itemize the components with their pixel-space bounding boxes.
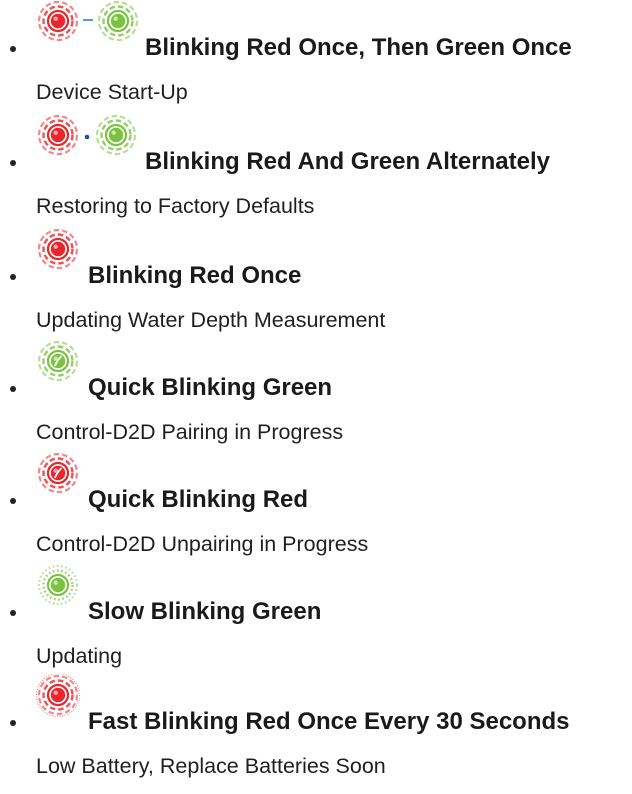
icon-group: [35, 674, 81, 730]
green-ring-icon: [95, 114, 137, 156]
red-ring-icon: [37, 228, 79, 270]
icon-group: [35, 114, 139, 170]
dash-connector-icon: [83, 19, 93, 21]
item-description: Device Start-Up: [36, 80, 188, 104]
bullet: [10, 498, 16, 504]
red-quick-blink-icon: [37, 452, 79, 494]
list-item: Slow Blinking Green Updating: [0, 564, 632, 674]
bullet: [10, 160, 16, 166]
dot-connector-icon: [84, 134, 90, 140]
item-title: Fast Blinking Red Once Every 30 Seconds: [88, 708, 570, 735]
bullet: [10, 720, 16, 726]
list-item: Quick Blinking Green Control-D2D Pairing…: [0, 340, 632, 450]
green-ring-icon: [97, 0, 139, 42]
item-description: Updating: [36, 644, 123, 668]
list-item: Quick Blinking Red Control-D2D Unpairing…: [0, 452, 632, 562]
item-title: Blinking Red And Green Alternately: [145, 148, 550, 175]
green-slow-blink-icon: [37, 564, 79, 606]
item-title: Slow Blinking Green: [88, 598, 322, 625]
item-description: Low Battery, Replace Batteries Soon: [36, 754, 386, 778]
bullet: [10, 274, 16, 280]
item-description: Control-D2D Unpairing in Progress: [36, 532, 369, 556]
item-title: Blinking Red Once, Then Green Once: [145, 34, 572, 61]
list-item: Fast Blinking Red Once Every 30 Seconds …: [0, 674, 632, 784]
item-description: Updating Water Depth Measurement: [36, 308, 386, 332]
bullet: [10, 46, 16, 52]
item-title: Quick Blinking Red: [88, 486, 309, 513]
list-item: Blinking Red Once Updating Water Depth M…: [0, 228, 632, 338]
item-title: Blinking Red Once: [88, 262, 302, 289]
icon-group: [35, 0, 141, 56]
bullet: [10, 610, 16, 616]
icon-group: [35, 452, 81, 508]
red-ring-icon: [37, 0, 79, 42]
red-fast-blink-icon: [35, 674, 81, 718]
bullet: [10, 386, 16, 392]
item-description: Control-D2D Pairing in Progress: [36, 420, 344, 444]
item-description: Restoring to Factory Defaults: [36, 194, 315, 218]
list-item: Blinking Red Once, Then Green Once Devic…: [0, 0, 632, 110]
red-ring-icon: [37, 114, 79, 156]
icon-group: [35, 564, 81, 620]
icon-group: [35, 340, 81, 396]
green-quick-blink-icon: [37, 340, 79, 382]
item-title: Quick Blinking Green: [88, 374, 333, 401]
icon-group: [35, 228, 81, 284]
list-item: Blinking Red And Green Alternately Resto…: [0, 114, 632, 224]
